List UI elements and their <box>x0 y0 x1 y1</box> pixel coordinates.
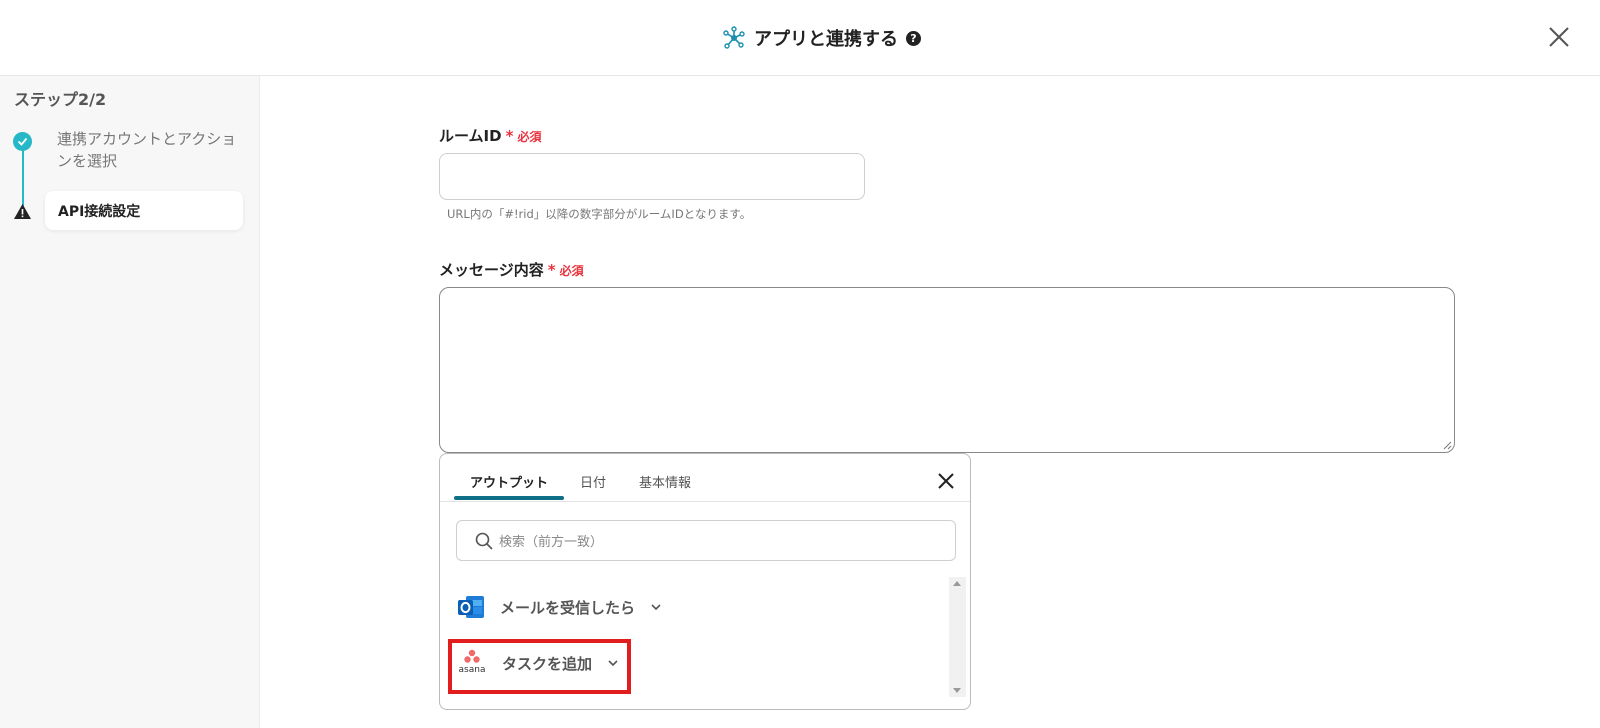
search-icon <box>475 532 493 550</box>
room-id-label-text: ルームID <box>439 127 502 145</box>
check-icon <box>13 132 32 151</box>
list-item-label: メールを受信したら <box>500 598 636 617</box>
required-asterisk: * <box>505 127 514 145</box>
output-picker-popup: アウトプット 日付 基本情報 検索（前方一致） メールを受信したら asana … <box>439 453 971 710</box>
list-item-mail-received[interactable]: メールを受信したら <box>456 587 663 627</box>
step-connector <box>22 142 24 212</box>
message-label-text: メッセージ内容 <box>439 261 544 279</box>
search-placeholder: 検索（前方一致） <box>499 535 604 550</box>
room-id-input[interactable] <box>439 153 865 200</box>
resize-grip-icon[interactable] <box>1443 441 1452 450</box>
required-badge: 必須 <box>517 130 542 144</box>
app-link-icon <box>723 26 745 49</box>
step-count: ステップ2/2 <box>14 90 107 109</box>
required-asterisk: * <box>547 261 556 279</box>
modal-title: アプリと連携する <box>754 29 898 50</box>
step-2-card[interactable]: API接続設定 <box>45 191 243 230</box>
list-scrollbar[interactable] <box>949 577 966 697</box>
chevron-down-icon[interactable] <box>649 600 663 614</box>
room-id-label: ルームID * 必須 <box>439 125 541 146</box>
room-id-hint: URL内の「#!rid」以降の数字部分がルームIDとなります。 <box>447 207 752 221</box>
required-badge: 必須 <box>559 264 584 278</box>
tab-basic-info[interactable]: 基本情報 <box>639 472 691 491</box>
modal-header: アプリと連携する ? <box>0 0 1600 76</box>
step-1-label[interactable]: 連携アカウントとアクションを選択 <box>57 128 237 172</box>
step-sidebar: ステップ2/2 連携アカウントとアクションを選択 API接続設定 <box>0 76 260 728</box>
active-tab-indicator <box>454 496 564 500</box>
scroll-down-icon[interactable] <box>953 688 961 693</box>
tab-output[interactable]: アウトプット <box>470 472 548 491</box>
output-search-input[interactable]: 検索（前方一致） <box>456 520 956 561</box>
message-textarea[interactable] <box>439 287 1455 453</box>
outlook-icon <box>458 596 484 618</box>
warning-icon <box>14 204 31 219</box>
highlight-annotation <box>448 639 631 694</box>
help-icon[interactable]: ? <box>906 30 921 46</box>
popup-tabs: アウトプット 日付 基本情報 <box>440 454 970 502</box>
message-label: メッセージ内容 * 必須 <box>439 259 584 280</box>
close-modal-icon[interactable] <box>1546 24 1572 50</box>
scroll-up-icon[interactable] <box>953 581 961 586</box>
close-popup-icon[interactable] <box>936 471 956 491</box>
tab-date[interactable]: 日付 <box>580 472 606 491</box>
header-title: アプリと連携する ? <box>722 24 921 52</box>
